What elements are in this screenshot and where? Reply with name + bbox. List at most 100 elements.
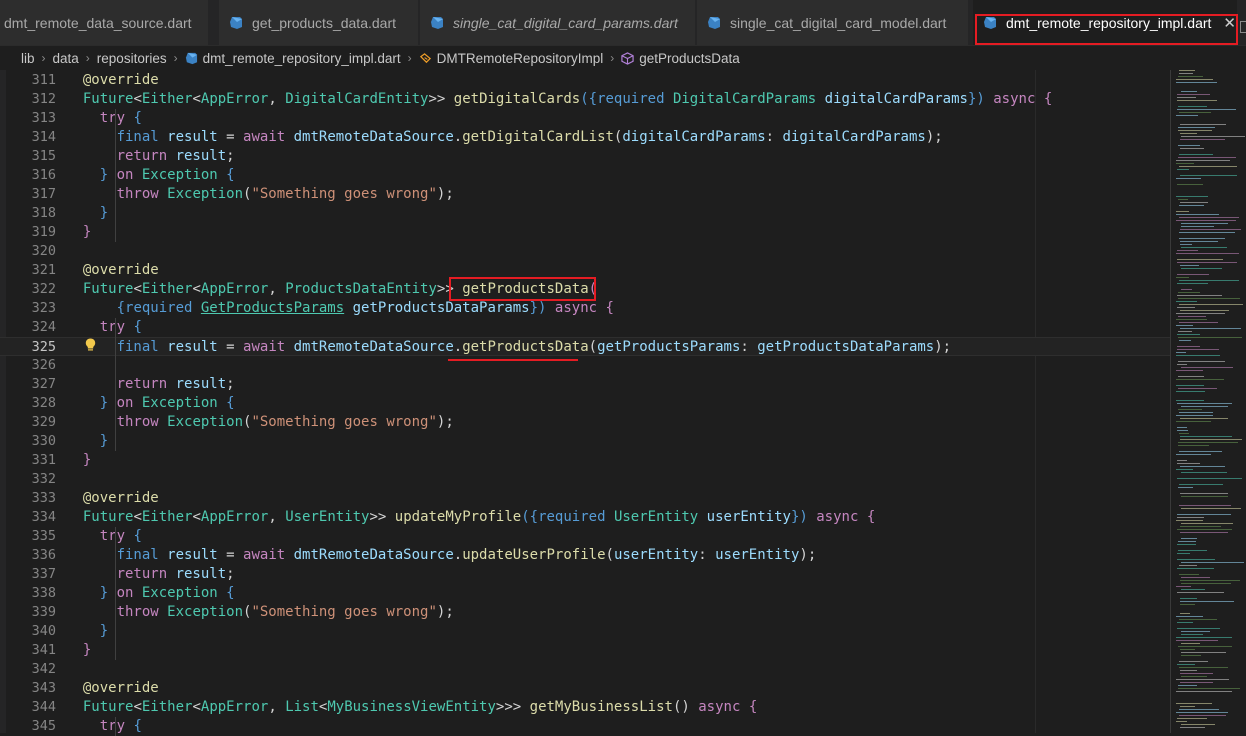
minimap-line — [1178, 550, 1207, 551]
code-editor[interactable]: 311 @override 312 Future<Either<AppError,… — [0, 70, 1246, 736]
code-token: Exception — [167, 604, 244, 620]
code-line[interactable]: 315 return result; — [0, 147, 1170, 166]
code-token: AppError — [200, 509, 269, 525]
code-line[interactable]: 318 } — [0, 204, 1170, 223]
code-line[interactable]: 314 final result = await dmtRemoteDataSo… — [0, 128, 1170, 147]
code-line[interactable]: 326 — [0, 356, 1170, 375]
lightbulb-icon[interactable] — [85, 338, 96, 352]
code-token: : — [765, 129, 783, 145]
code-line[interactable]: 337 return result; — [0, 565, 1170, 584]
minimap-line — [1176, 277, 1189, 278]
code-line[interactable]: 325 final result = await dmtRemoteDataSo… — [0, 337, 1170, 356]
breadcrumb-item-data[interactable]: data — [53, 51, 79, 66]
code-line[interactable]: 317 throw Exception("Something goes wron… — [0, 185, 1170, 204]
code-token: } — [66, 395, 117, 411]
minimap-line — [1180, 175, 1237, 176]
code-line[interactable]: 324 try { — [0, 318, 1170, 337]
code-line[interactable]: 345 try { — [0, 717, 1170, 736]
minimap-line — [1178, 331, 1192, 332]
code-token: dmtRemoteDataSource — [293, 339, 454, 355]
minimap-line — [1176, 319, 1207, 320]
code-text: } — [66, 622, 108, 641]
code-token: ); — [934, 339, 952, 355]
tab-single-cat-digital-card-model[interactable]: single_cat_digital_card_model.dart — [697, 0, 969, 45]
code-line[interactable]: 323 {required GetProductsParams getProdu… — [0, 299, 1170, 318]
minimap-line — [1176, 214, 1219, 215]
minimap-line — [1178, 127, 1215, 128]
code-token: < — [133, 699, 142, 715]
code-line[interactable]: 341 } — [0, 641, 1170, 660]
code-token: < — [133, 281, 142, 297]
code-line[interactable]: 321 @override — [0, 261, 1170, 280]
code-line[interactable]: 319 } — [0, 223, 1170, 242]
minimap-line — [1180, 265, 1199, 266]
minimap-line — [1179, 709, 1219, 710]
code-line[interactable]: 327 return result; — [0, 375, 1170, 394]
line-number: 324 — [31, 319, 56, 335]
code-line[interactable]: 340 } — [0, 622, 1170, 641]
code-token: required — [538, 509, 614, 525]
code-line[interactable]: 328 } on Exception { — [0, 394, 1170, 413]
tab-single-cat-digital-card-params[interactable]: single_cat_digital_card_params.dart — [420, 0, 696, 45]
code-token: @override — [66, 72, 159, 88]
code-token: < — [192, 91, 201, 107]
code-token: on — [116, 585, 142, 601]
code-line[interactable]: 330 } — [0, 432, 1170, 451]
code-line[interactable]: 336 final result = await dmtRemoteDataSo… — [0, 546, 1170, 565]
close-icon[interactable]: ✕ — [1223, 14, 1236, 32]
minimap-line — [1178, 130, 1212, 131]
code-line[interactable]: 344 Future<Either<AppError, List<MyBusin… — [0, 698, 1170, 717]
code-line[interactable]: 313 try { — [0, 109, 1170, 128]
code-token: List — [285, 699, 319, 715]
minimap-divider — [1170, 70, 1171, 733]
tab-dmt-remote-data-source[interactable]: dmt_remote_data_source.dart — [0, 0, 209, 45]
code-token: await — [243, 129, 294, 145]
code-token: getMyBusinessList — [529, 699, 673, 715]
breadcrumb-item-method[interactable]: getProductsData — [639, 51, 740, 66]
code-line[interactable]: 316 } on Exception { — [0, 166, 1170, 185]
minimap-line — [1181, 496, 1228, 497]
code-token: = — [226, 339, 244, 355]
minimap-line — [1181, 472, 1227, 473]
line-number: 312 — [31, 91, 56, 107]
breadcrumb-item-repositories[interactable]: repositories — [97, 51, 167, 66]
dart-icon — [708, 16, 720, 29]
code-line[interactable]: 335 try { — [0, 527, 1170, 546]
code-line[interactable]: 343 @override — [0, 679, 1170, 698]
split-editor-icon[interactable] — [1240, 21, 1246, 33]
code-line[interactable]: 333 @override — [0, 489, 1170, 508]
minimap[interactable] — [1172, 70, 1246, 733]
code-token: UserEntity — [285, 509, 370, 525]
code-line[interactable]: 334 Future<Either<AppError, UserEntity>>… — [0, 508, 1170, 527]
code-line[interactable]: 312 Future<Either<AppError, DigitalCardE… — [0, 90, 1170, 109]
code-line[interactable]: 322 Future<Either<AppError, ProductsData… — [0, 280, 1170, 299]
minimap-line — [1181, 91, 1197, 92]
breadcrumb-item-class[interactable]: DMTRemoteRepositoryImpl — [437, 51, 604, 66]
minimap-line — [1176, 454, 1211, 455]
tab-dmt-remote-repository-impl[interactable]: dmt_remote_repository_impl.dart ✕ — [973, 0, 1238, 45]
code-token: >> — [428, 91, 454, 107]
minimap-line — [1176, 301, 1197, 302]
code-token: ); — [799, 547, 817, 563]
line-number: 340 — [31, 623, 56, 639]
breadcrumb-item-lib[interactable]: lib — [21, 51, 35, 66]
minimap-line — [1177, 334, 1200, 335]
tab-get-products-data[interactable]: get_products_data.dart — [219, 0, 419, 45]
code-line[interactable]: 339 throw Exception("Something goes wron… — [0, 603, 1170, 622]
code-line[interactable]: 311 @override — [0, 71, 1170, 90]
code-token: throw — [66, 186, 168, 202]
code-token: : — [740, 339, 758, 355]
code-token: getProductsDataParams — [757, 339, 935, 355]
code-token: getProductsData — [462, 281, 589, 297]
minimap-line — [1179, 70, 1195, 71]
breadcrumb-item-file[interactable]: dmt_remote_repository_impl.dart — [203, 51, 401, 66]
code-line[interactable]: 329 throw Exception("Something goes wron… — [0, 413, 1170, 432]
line-number: 343 — [31, 680, 56, 696]
code-line[interactable]: 332 — [0, 470, 1170, 489]
code-line[interactable]: 338 } on Exception { — [0, 584, 1170, 603]
code-line[interactable]: 342 — [0, 660, 1170, 679]
code-token: async — [993, 91, 1044, 107]
code-line[interactable]: 320 — [0, 242, 1170, 261]
code-text: } on Exception { — [66, 166, 235, 185]
code-line[interactable]: 331 } — [0, 451, 1170, 470]
